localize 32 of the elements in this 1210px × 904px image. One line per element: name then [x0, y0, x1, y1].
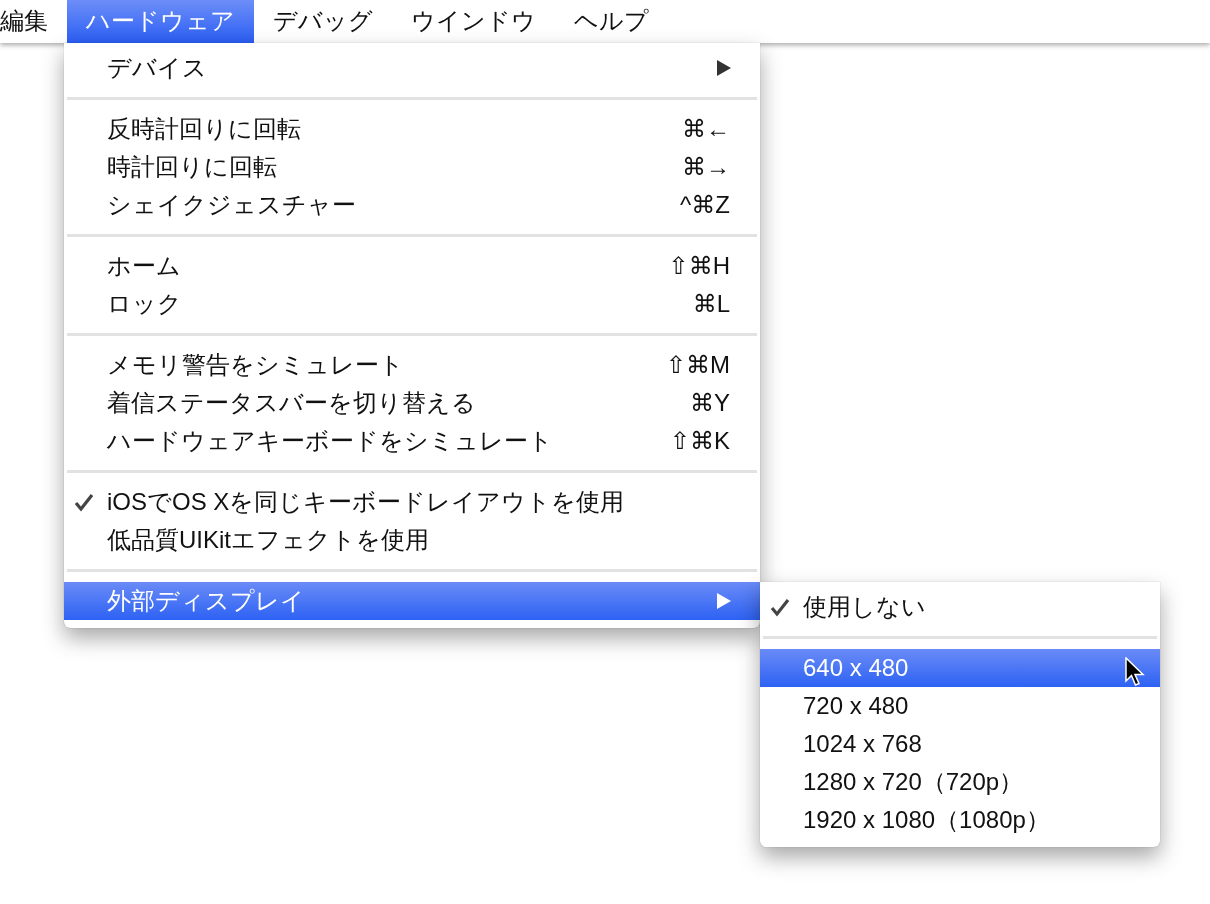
menu-item[interactable]: 外部ディスプレイ	[64, 582, 760, 620]
shortcut-label: ⌘←	[681, 115, 731, 143]
shortcut-label: ⇧⌘K	[668, 427, 731, 455]
shortcut-label: ⇧⌘H	[667, 252, 731, 280]
menu-item[interactable]: ロック ⌘L	[64, 285, 760, 323]
shortcut-label: ⌘→	[681, 153, 731, 181]
menu-bar-item[interactable]: ウインドウ	[392, 0, 555, 43]
menu-item[interactable]: ホーム ⇧⌘H	[64, 247, 760, 285]
menu-item[interactable]: 640 x 480	[760, 649, 1160, 687]
shortcut-label: ⇧⌘M	[664, 351, 731, 379]
menu-item[interactable]: 使用しない	[760, 588, 1160, 626]
shortcut-label: ⌘L	[691, 290, 731, 318]
menu-item[interactable]: 1920 x 1080（1080p）	[760, 801, 1160, 839]
menu-bar-item[interactable]: ハードウェア	[67, 0, 254, 43]
menu-item[interactable]: 時計回りに回転 ⌘→	[64, 148, 760, 186]
menu-item[interactable]: ハードウェアキーボードをシミュレート ⇧⌘K	[64, 422, 760, 460]
menu-item[interactable]: 720 x 480	[760, 687, 1160, 725]
menu-item[interactable]: シェイクジェスチャー ^⌘Z	[64, 186, 760, 224]
menu-bar-item[interactable]: 編集	[0, 0, 67, 43]
menu-item[interactable]: デバイス	[64, 49, 760, 87]
menu-item[interactable]: 低品質UIKitエフェクトを使用	[64, 521, 760, 559]
menu-item[interactable]: メモリ警告をシミュレート ⇧⌘M	[64, 346, 760, 384]
menu-item[interactable]: 1024 x 768	[760, 725, 1160, 763]
menu-item[interactable]: 1280 x 720（720p）	[760, 763, 1160, 801]
menu-bar-item[interactable]: ヘルプ	[555, 0, 668, 43]
menu-item[interactable]: 着信ステータスバーを切り替える ⌘Y	[64, 384, 760, 422]
shortcut-label: ⌘Y	[689, 389, 731, 417]
shortcut-label: ^⌘Z	[679, 191, 731, 219]
menu-item[interactable]: 反時計回りに回転 ⌘←	[64, 110, 760, 148]
mouse-pointer-icon	[1124, 657, 1146, 687]
menu-bar-item[interactable]: デバッグ	[254, 0, 392, 43]
menu-item[interactable]: iOSでOS Xを同じキーボードレイアウトを使用	[64, 483, 760, 521]
